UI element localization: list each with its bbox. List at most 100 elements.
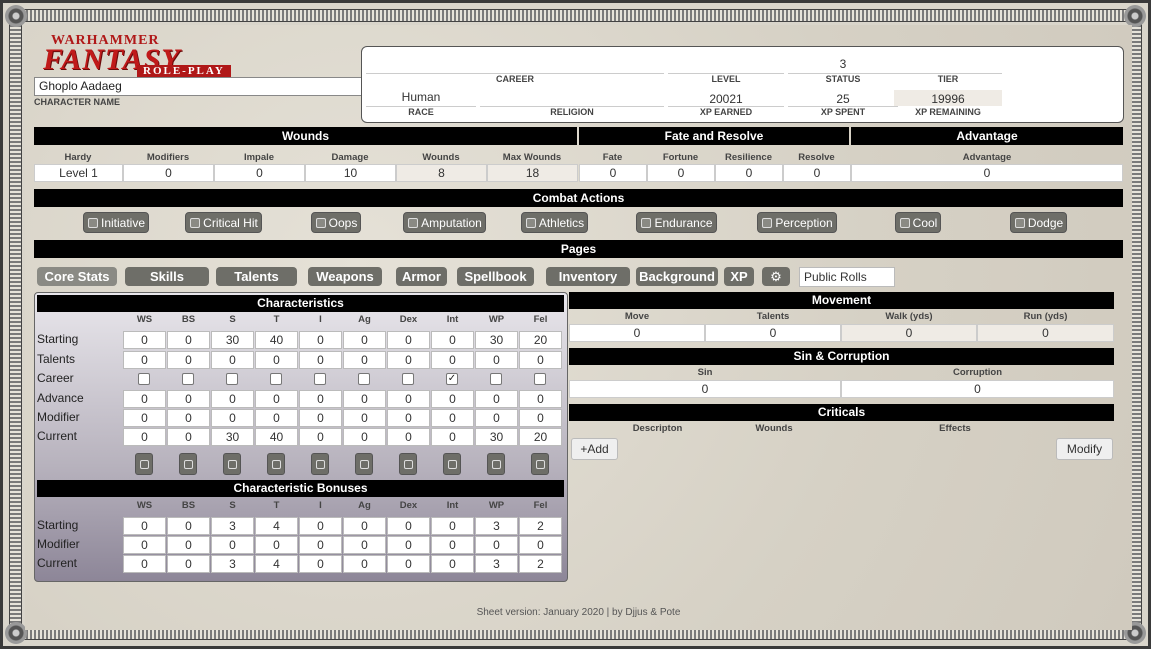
characteristic-cell[interactable]: 0 xyxy=(475,390,518,408)
characteristic-cell[interactable]: 0 xyxy=(519,390,562,408)
characteristic-cell[interactable]: 0 xyxy=(343,351,386,369)
characteristic-roll-button[interactable] xyxy=(355,453,373,475)
characteristic-cell[interactable]: 0 xyxy=(255,409,298,427)
characteristic-cell[interactable]: 0 xyxy=(255,351,298,369)
tab-weapons[interactable]: Weapons xyxy=(308,267,382,286)
characteristic-cell[interactable]: 0 xyxy=(431,331,474,349)
hardy-select[interactable]: Level 1 xyxy=(34,164,123,182)
characteristic-cell[interactable]: 0 xyxy=(387,409,430,427)
tab-inventory[interactable]: Inventory xyxy=(546,267,630,286)
characteristic-roll-button[interactable] xyxy=(135,453,153,475)
characteristic-cell[interactable]: 0 xyxy=(167,351,210,369)
characteristic-cell[interactable]: 0 xyxy=(299,409,342,427)
initiative-roll-button[interactable]: Initiative xyxy=(83,212,149,233)
bonus-cell[interactable]: 0 xyxy=(387,536,430,554)
critical-hit-roll-button[interactable]: Critical Hit xyxy=(185,212,262,233)
perception-roll-button[interactable]: Perception xyxy=(757,212,837,233)
add-critical-button[interactable]: +Add xyxy=(571,438,618,460)
endurance-roll-button[interactable]: Endurance xyxy=(636,212,717,233)
tab-armor[interactable]: Armor xyxy=(396,267,447,286)
characteristic-cell[interactable]: 30 xyxy=(475,331,518,349)
resilience-input[interactable]: 0 xyxy=(715,164,783,182)
characteristic-cell[interactable]: 0 xyxy=(431,351,474,369)
career-checkbox[interactable] xyxy=(270,373,282,385)
characteristic-roll-button[interactable] xyxy=(399,453,417,475)
characteristic-cell[interactable]: 0 xyxy=(211,351,254,369)
resolve-input[interactable]: 0 xyxy=(783,164,851,182)
characteristic-cell[interactable]: 20 xyxy=(519,331,562,349)
characteristic-roll-button[interactable] xyxy=(267,453,285,475)
cool-roll-button[interactable]: Cool xyxy=(895,212,941,233)
settings-gear-icon[interactable]: ⚙ xyxy=(762,267,790,286)
characteristic-cell[interactable]: 0 xyxy=(387,351,430,369)
characteristic-cell[interactable]: 0 xyxy=(387,331,430,349)
movement-talents-input[interactable]: 0 xyxy=(705,324,841,342)
bonus-cell[interactable]: 0 xyxy=(519,536,562,554)
athletics-roll-button[interactable]: Athletics xyxy=(521,212,588,233)
characteristic-roll-button[interactable] xyxy=(311,453,329,475)
tab-skills[interactable]: Skills xyxy=(125,267,209,286)
tab-spellbook[interactable]: Spellbook xyxy=(457,267,534,286)
impale-input[interactable]: 0 xyxy=(214,164,305,182)
characteristic-cell[interactable]: 0 xyxy=(123,331,166,349)
tab-core-stats[interactable]: Core Stats xyxy=(37,267,117,286)
characteristic-cell[interactable]: 0 xyxy=(431,409,474,427)
character-name-input[interactable]: Ghoplo Aadaeg xyxy=(34,77,364,96)
characteristic-cell[interactable]: 40 xyxy=(255,331,298,349)
career-checkbox[interactable] xyxy=(358,373,370,385)
bonus-cell[interactable]: 0 xyxy=(299,536,342,554)
characteristic-cell[interactable]: 0 xyxy=(519,409,562,427)
career-checkbox[interactable] xyxy=(314,373,326,385)
characteristic-cell[interactable]: 0 xyxy=(475,351,518,369)
career-checkbox[interactable] xyxy=(226,373,238,385)
characteristic-cell[interactable]: 0 xyxy=(343,390,386,408)
characteristic-cell[interactable]: 0 xyxy=(299,351,342,369)
characteristic-cell[interactable]: 0 xyxy=(123,409,166,427)
amputation-roll-button[interactable]: Amputation xyxy=(403,212,486,233)
characteristic-cell[interactable]: 0 xyxy=(211,409,254,427)
characteristic-cell[interactable]: 0 xyxy=(167,390,210,408)
bonus-cell[interactable]: 0 xyxy=(475,536,518,554)
characteristic-cell[interactable]: 0 xyxy=(475,409,518,427)
characteristic-cell[interactable]: 0 xyxy=(299,331,342,349)
characteristic-cell[interactable]: 0 xyxy=(431,390,474,408)
wounds-modifiers-input[interactable]: 0 xyxy=(123,164,214,182)
bonus-cell[interactable]: 0 xyxy=(255,536,298,554)
sin-input[interactable]: 0 xyxy=(569,380,841,398)
career-checkbox[interactable] xyxy=(402,373,414,385)
advantage-input[interactable]: 0 xyxy=(851,164,1123,182)
race-value[interactable]: Human xyxy=(366,90,476,104)
public-rolls-select[interactable]: Public Rolls xyxy=(799,267,895,287)
bonus-cell[interactable]: 0 xyxy=(123,536,166,554)
move-input[interactable]: 0 xyxy=(569,324,705,342)
status-value[interactable]: 3 xyxy=(788,57,898,71)
characteristic-cell[interactable]: 0 xyxy=(343,409,386,427)
characteristic-roll-button[interactable] xyxy=(443,453,461,475)
fortune-input[interactable]: 0 xyxy=(647,164,715,182)
career-checkbox[interactable] xyxy=(534,373,546,385)
characteristic-cell[interactable]: 0 xyxy=(211,390,254,408)
characteristic-cell[interactable]: 0 xyxy=(167,409,210,427)
characteristic-roll-button[interactable] xyxy=(179,453,197,475)
oops-roll-button[interactable]: Oops xyxy=(311,212,361,233)
xp-earned-value[interactable]: 20021 xyxy=(668,92,784,106)
career-checkbox[interactable] xyxy=(138,373,150,385)
characteristic-roll-button[interactable] xyxy=(487,453,505,475)
tab-xp[interactable]: XP xyxy=(724,267,754,286)
corruption-input[interactable]: 0 xyxy=(841,380,1114,398)
characteristic-cell[interactable]: 30 xyxy=(211,331,254,349)
characteristic-cell[interactable]: 0 xyxy=(519,351,562,369)
characteristic-cell[interactable]: 0 xyxy=(343,331,386,349)
tab-talents[interactable]: Talents xyxy=(216,267,297,286)
damage-input[interactable]: 10 xyxy=(305,164,396,182)
career-checkbox[interactable] xyxy=(490,373,502,385)
characteristic-cell[interactable]: 0 xyxy=(123,390,166,408)
characteristic-cell[interactable]: 0 xyxy=(167,331,210,349)
career-checkbox[interactable] xyxy=(182,373,194,385)
tab-background[interactable]: Background xyxy=(636,267,718,286)
bonus-cell[interactable]: 0 xyxy=(431,536,474,554)
dodge-roll-button[interactable]: Dodge xyxy=(1010,212,1067,233)
modify-criticals-button[interactable]: Modify xyxy=(1056,438,1113,460)
career-checkbox[interactable]: ✓ xyxy=(446,373,458,385)
bonus-cell[interactable]: 0 xyxy=(167,536,210,554)
